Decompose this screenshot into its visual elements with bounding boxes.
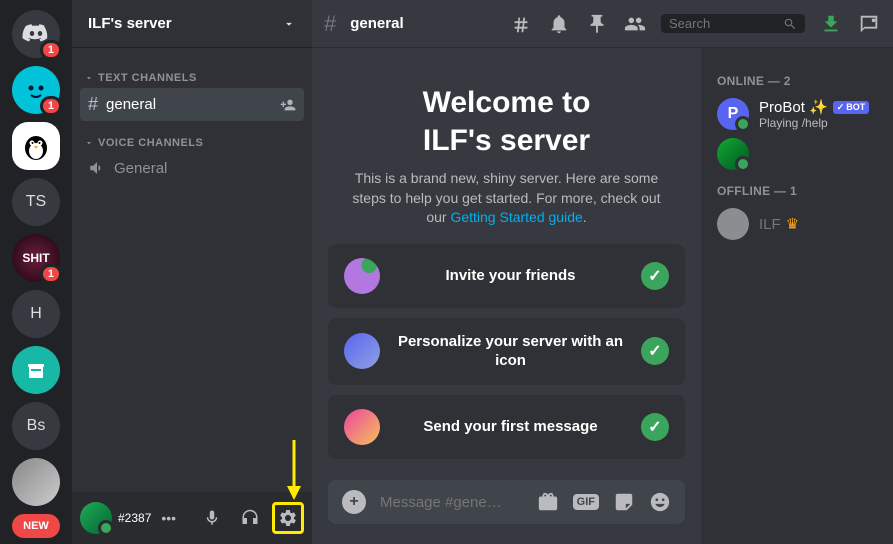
check-icon: ✓ — [641, 337, 669, 365]
members-offline-header: OFFLINE — 1 — [717, 184, 877, 198]
card-first-message[interactable]: Send your first message ✓ — [328, 395, 685, 459]
home-button[interactable]: 1 — [12, 10, 60, 58]
attach-button[interactable]: + — [342, 490, 366, 514]
channel-general[interactable]: # general — [80, 88, 304, 121]
channel-title: general — [350, 15, 403, 32]
server-item-ts[interactable]: TS — [12, 178, 60, 226]
category-voice-channels[interactable]: VOICE CHANNELS — [80, 133, 304, 153]
user-tag: #2387 — [118, 511, 151, 525]
hash-icon: # — [88, 94, 98, 115]
welcome-title: Welcome to ILF's server — [328, 84, 685, 159]
invite-icon — [344, 258, 380, 294]
server-shit-badge: 1 — [40, 264, 62, 284]
member-name: ProBot ✨ ✓ BOT — [759, 98, 869, 116]
notifications-button[interactable] — [547, 12, 571, 36]
bucket-icon — [24, 358, 48, 382]
channel-sidebar: ILF's server TEXT CHANNELS # general VOI… — [72, 0, 312, 544]
threads-button[interactable] — [509, 12, 533, 36]
check-icon: ✓ — [641, 413, 669, 441]
card-personalize[interactable]: Personalize your server with an icon ✓ — [328, 318, 685, 385]
server-item-h[interactable]: H — [12, 290, 60, 338]
deafen-button[interactable] — [234, 502, 266, 534]
emoji-icon[interactable] — [649, 491, 671, 513]
crown-icon: ♛ — [786, 215, 799, 233]
check-icon: ✓ — [641, 262, 669, 290]
bot-tag: ✓ BOT — [833, 101, 870, 114]
add-user-icon[interactable] — [280, 97, 296, 113]
inbox-button[interactable] — [819, 12, 843, 36]
chevron-down-icon — [84, 73, 94, 83]
member-self[interactable] — [709, 134, 885, 174]
server-label: H — [30, 305, 42, 323]
voice-channel-general[interactable]: General — [80, 153, 304, 183]
member-list: ONLINE — 2 P ProBot ✨ ✓ BOT Playing /hel… — [701, 48, 893, 544]
main-area: # general Welcome to ILF's server This i… — [312, 0, 893, 544]
server-name: ILF's server — [88, 15, 172, 32]
member-avatar — [717, 208, 749, 240]
mute-button[interactable] — [196, 502, 228, 534]
search-input[interactable] — [669, 16, 783, 31]
server-label: SHIT — [22, 251, 49, 265]
settings-button[interactable] — [272, 502, 304, 534]
member-ilf[interactable]: ILF ♛ — [709, 204, 885, 244]
server-label: Bs — [27, 417, 46, 435]
member-name: ILF ♛ — [759, 215, 799, 233]
server-1-badge: 1 — [40, 96, 62, 116]
message-icon — [344, 409, 380, 445]
microphone-icon — [203, 509, 221, 527]
search-box[interactable] — [661, 14, 805, 33]
members-toggle[interactable] — [623, 12, 647, 36]
channel-header: # general — [312, 0, 893, 48]
gif-button[interactable]: GIF — [573, 494, 599, 510]
server-rail: 1 1 TS SHIT 1 H Bs NEW — [0, 0, 72, 544]
server-item-2[interactable] — [12, 122, 60, 170]
message-composer: + GIF — [328, 480, 685, 524]
chevron-down-icon — [282, 17, 296, 31]
message-feed: Welcome to ILF's server This is a brand … — [312, 48, 701, 544]
user-panel: #2387 ••• — [72, 492, 312, 544]
member-probot[interactable]: P ProBot ✨ ✓ BOT Playing /help — [709, 94, 885, 134]
welcome-description: This is a brand new, shiny server. Here … — [347, 169, 667, 228]
member-status: Playing /help — [759, 116, 869, 130]
headphones-icon — [241, 509, 259, 527]
home-badge: 1 — [40, 40, 62, 60]
pinned-button[interactable] — [585, 12, 609, 36]
member-avatar: P — [717, 98, 749, 130]
sticker-icon[interactable] — [613, 491, 635, 513]
welcome-block: Welcome to ILF's server This is a brand … — [328, 84, 685, 459]
personalize-icon — [344, 333, 380, 369]
help-button[interactable] — [857, 12, 881, 36]
penguin-icon — [20, 130, 52, 162]
member-avatar — [717, 138, 749, 170]
speaker-icon — [88, 159, 106, 177]
new-badge[interactable]: NEW — [12, 514, 60, 538]
getting-started-link[interactable]: Getting Started guide — [450, 209, 582, 225]
hash-icon: # — [324, 11, 336, 37]
channel-label: General — [114, 160, 167, 177]
channel-list: TEXT CHANNELS # general VOICE CHANNELS G… — [72, 48, 312, 492]
server-header[interactable]: ILF's server — [72, 0, 312, 48]
more-icon[interactable]: ••• — [161, 510, 176, 526]
server-item-1[interactable]: 1 — [12, 66, 60, 114]
server-item-bs[interactable]: Bs — [12, 402, 60, 450]
gift-icon[interactable] — [537, 491, 559, 513]
server-item-bucket[interactable] — [12, 346, 60, 394]
gear-icon — [278, 508, 298, 528]
server-item-avatar[interactable] — [12, 458, 60, 506]
search-icon — [783, 17, 797, 31]
members-online-header: ONLINE — 2 — [717, 74, 877, 88]
chevron-down-icon — [84, 138, 94, 148]
card-invite-friends[interactable]: Invite your friends ✓ — [328, 244, 685, 308]
channel-label: general — [106, 96, 156, 113]
category-text-channels[interactable]: TEXT CHANNELS — [80, 68, 304, 88]
user-avatar[interactable] — [80, 502, 112, 534]
message-input[interactable] — [380, 494, 523, 511]
server-label: TS — [26, 193, 46, 211]
server-item-shit[interactable]: SHIT 1 — [12, 234, 60, 282]
